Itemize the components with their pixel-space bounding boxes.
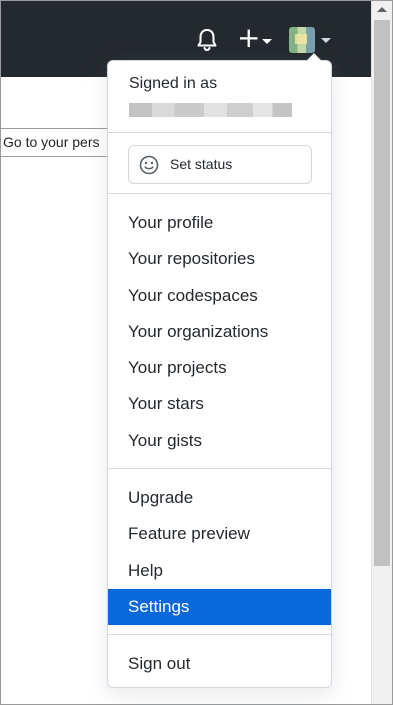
chevron-down-icon [262,39,272,44]
set-status-button[interactable]: Set status [128,145,312,184]
page: + Go to your pers Signed in as Set statu… [1,1,372,704]
menu-item-your-profile[interactable]: Your profile [108,205,331,241]
menu-item-feature-preview[interactable]: Feature preview [108,516,331,552]
bell-icon[interactable] [195,27,219,53]
signed-in-label: Signed in as [129,75,218,92]
menu-item-settings[interactable]: Settings [108,589,331,625]
menu-item-upgrade[interactable]: Upgrade [108,480,331,516]
chevron-down-icon[interactable] [321,38,331,43]
plus-icon: + [237,21,261,54]
vertical-scrollbar[interactable] [371,1,392,704]
avatar[interactable] [289,27,315,53]
menu-item-sign-out[interactable]: Sign out [108,646,331,682]
menu-item-your-repositories[interactable]: Your repositories [108,241,331,277]
menu-item-your-codespaces[interactable]: Your codespaces [108,278,331,314]
scrollbar-thumb[interactable] [374,20,390,566]
divider [108,193,331,194]
username-redacted[interactable] [129,103,292,117]
set-status-label: Set status [170,156,233,172]
menu-item-your-gists[interactable]: Your gists [108,423,331,459]
user-menu-dropdown: Signed in as Set status Your profile You… [107,53,332,688]
menu-item-your-stars[interactable]: Your stars [108,386,331,422]
smiley-icon [139,155,159,175]
create-new-button[interactable]: + [237,21,273,54]
menu-item-your-projects[interactable]: Your projects [108,350,331,386]
divider [108,132,331,133]
menu-item-help[interactable]: Help [108,553,331,589]
divider [108,468,331,469]
menu-item-your-organizations[interactable]: Your organizations [108,314,331,350]
divider [108,634,331,635]
scroll-up-arrow-icon[interactable] [377,7,387,12]
tooltip: Go to your pers [1,128,113,157]
